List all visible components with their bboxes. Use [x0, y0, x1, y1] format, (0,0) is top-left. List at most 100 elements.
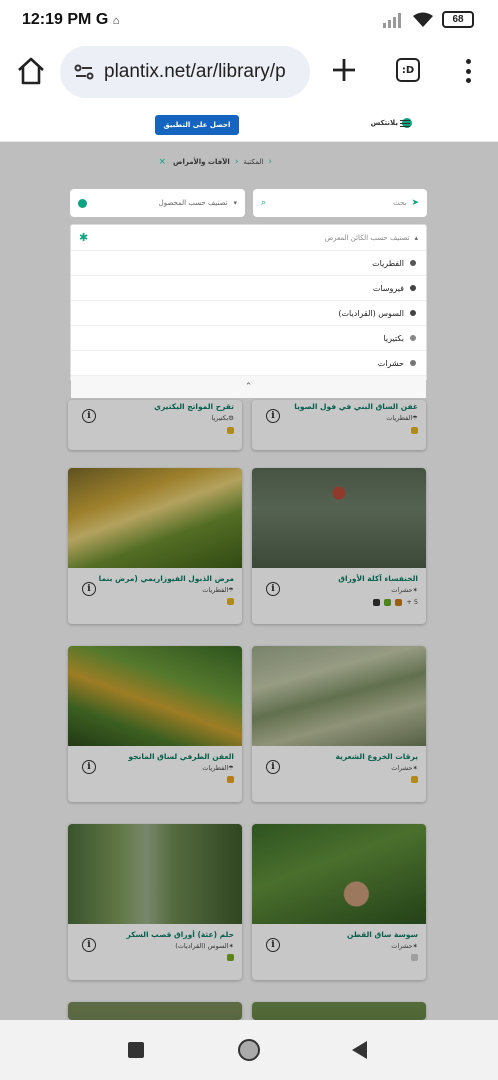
get-app-button[interactable]: احصل على التطبيق [155, 115, 239, 135]
card-category: ☂الفطريات [202, 764, 234, 772]
card-image [68, 824, 242, 924]
status-bar: 12:19 PM G ⌂ 68 [0, 0, 498, 42]
card-image [252, 1002, 426, 1020]
chevron-left-icon: ‹ [234, 157, 239, 167]
library-card[interactable]: مرض الذبول الفيوزاريمي (مرض بنما) ☂الفطر… [68, 468, 242, 624]
sugarcane-icon [227, 954, 234, 961]
library-card[interactable]: يرقات الخروع الشعرية ✶حشرات i [252, 646, 426, 802]
info-icon[interactable]: i [266, 760, 280, 774]
asterisk-icon: ✱ [79, 231, 89, 244]
info-icon[interactable]: i [82, 760, 96, 774]
card-crops [227, 427, 234, 434]
card-title: مرض الذبول الفيوزاريمي (مرض بنما) [98, 574, 234, 583]
crop-filter-placeholder: تصنيف حسب المحصول [158, 199, 228, 207]
card-category: ☂الفطريات [202, 586, 234, 594]
site-settings-icon[interactable] [72, 60, 96, 84]
brand-name: بلانتكس [370, 119, 398, 127]
card-crops [227, 776, 234, 783]
card-image [68, 468, 242, 568]
crop-icon [78, 198, 87, 208]
library-card[interactable]: سوسة ساق القطن ✶حشرات i [252, 824, 426, 980]
info-icon[interactable]: i [266, 582, 280, 596]
home-circle-icon[interactable] [238, 1039, 260, 1061]
card-category: ✶حشرات [391, 764, 418, 772]
card-category: ✶حشرات [391, 586, 418, 594]
site-header: احصل على التطبيق بلانتكس [0, 102, 498, 142]
card-crops [227, 954, 234, 961]
card-image [252, 646, 426, 746]
card-title: العفن الطرفي لساق المانجو [128, 752, 234, 761]
search-placeholder: بحث [393, 199, 407, 207]
organism-option-bacteria[interactable]: بكتيريا [71, 326, 426, 351]
hamburger-menu-icon[interactable] [400, 120, 410, 127]
library-card[interactable] [68, 1002, 242, 1020]
library-card[interactable]: عفن الساق البني في فول الصويا ☂الفطريات … [252, 400, 426, 450]
web-page: احصل على التطبيق بلانتكس تقرح المواتج ال… [0, 102, 498, 1020]
organism-filter-placeholder: تصنيف حسب الكائن المعرض [324, 233, 410, 242]
cotton-icon [411, 954, 418, 961]
virus-icon [410, 285, 416, 291]
library-card[interactable] [252, 1002, 426, 1020]
search-input[interactable]: ⌕ ➤ بحث [253, 189, 427, 217]
crop-icon [227, 427, 234, 434]
browser-menu-icon[interactable] [458, 56, 478, 86]
card-category: ✶السوس (القراديات) [175, 942, 234, 950]
library-card[interactable]: حلم (عثة) أوراق قصب السكر ✶السوس (القراد… [68, 824, 242, 980]
new-tab-icon[interactable] [330, 56, 358, 84]
url-text[interactable]: plantix.net/ar/library/p [104, 61, 286, 83]
mango-icon [227, 776, 234, 783]
mite-icon [410, 310, 416, 316]
card-crops [411, 427, 418, 434]
breadcrumb-library[interactable]: المكتبة [243, 158, 263, 166]
card-image [252, 824, 426, 924]
card-title: سوسة ساق القطن [347, 930, 418, 939]
info-icon[interactable]: i [82, 582, 96, 596]
browser-toolbar: plantix.net/ar/library/p :D [0, 42, 498, 102]
organism-option-insects[interactable]: حشرات [71, 351, 426, 376]
send-icon[interactable]: ➤ [411, 198, 419, 208]
card-crops [411, 776, 418, 783]
breadcrumb-current: الآفات والأمراض [173, 158, 230, 166]
card-title: الخنفساء آكلة الأوراق [338, 574, 418, 583]
library-card[interactable]: العفن الطرفي لساق المانجو ☂الفطريات i [68, 646, 242, 802]
battery-icon: 68 [442, 11, 474, 28]
breadcrumb: ‹ المكتبة ‹ الآفات والأمراض × [72, 154, 273, 170]
organism-filter-dropdown[interactable]: ▴ تصنيف حسب الكائن المعرض ✱ الفطريات فير… [70, 224, 427, 398]
crop-icon [411, 427, 418, 434]
card-image [252, 468, 426, 568]
info-icon[interactable]: i [266, 938, 280, 952]
organism-filter-select[interactable]: ▴ تصنيف حسب الكائن المعرض ✱ [71, 225, 426, 251]
library-card[interactable]: تقرح المواتج البكتيري ⚙بكتيريا i [68, 400, 242, 450]
recents-icon[interactable] [128, 1042, 144, 1058]
chevron-up-icon: ▴ [414, 233, 418, 242]
info-icon[interactable]: i [266, 409, 280, 423]
card-title: يرقات الخروع الشعرية [335, 752, 419, 761]
collapse-dropdown-icon[interactable]: ⌃ [71, 376, 426, 398]
library-card[interactable]: الخنفساء آكلة الأوراق ✶حشرات 5 + i [252, 468, 426, 624]
insect-icon [410, 360, 416, 366]
address-bar[interactable]: plantix.net/ar/library/p [60, 46, 310, 98]
wifi-icon [413, 12, 433, 27]
close-icon[interactable]: × [159, 157, 167, 167]
status-icons: 68 [382, 11, 474, 28]
card-category: ☂الفطريات [386, 414, 418, 422]
banana-icon [227, 598, 234, 605]
info-icon[interactable]: i [82, 938, 96, 952]
organism-option-fungi[interactable]: الفطريات [71, 251, 426, 276]
card-image [68, 646, 242, 746]
search-icon: ⌕ [261, 198, 267, 208]
card-title: حلم (عثة) أوراق قصب السكر [126, 930, 235, 939]
card-crops: 5 + [373, 598, 418, 606]
organism-option-viruses[interactable]: فيروسات [71, 276, 426, 301]
info-icon[interactable]: i [82, 409, 96, 423]
tab-switcher-button[interactable]: :D [396, 58, 420, 82]
chevron-down-icon: ▾ [233, 199, 237, 207]
crop-filter-select[interactable]: ▾ تصنيف حسب المحصول [70, 189, 245, 217]
crops-more-count: 5 + [406, 598, 418, 606]
back-icon[interactable] [352, 1041, 367, 1059]
organism-option-mites[interactable]: السوس (القراديات) [71, 301, 426, 326]
crop-icon [411, 776, 418, 783]
crop-icon [373, 598, 381, 606]
home-icon[interactable] [15, 55, 47, 87]
card-crops [411, 954, 418, 961]
